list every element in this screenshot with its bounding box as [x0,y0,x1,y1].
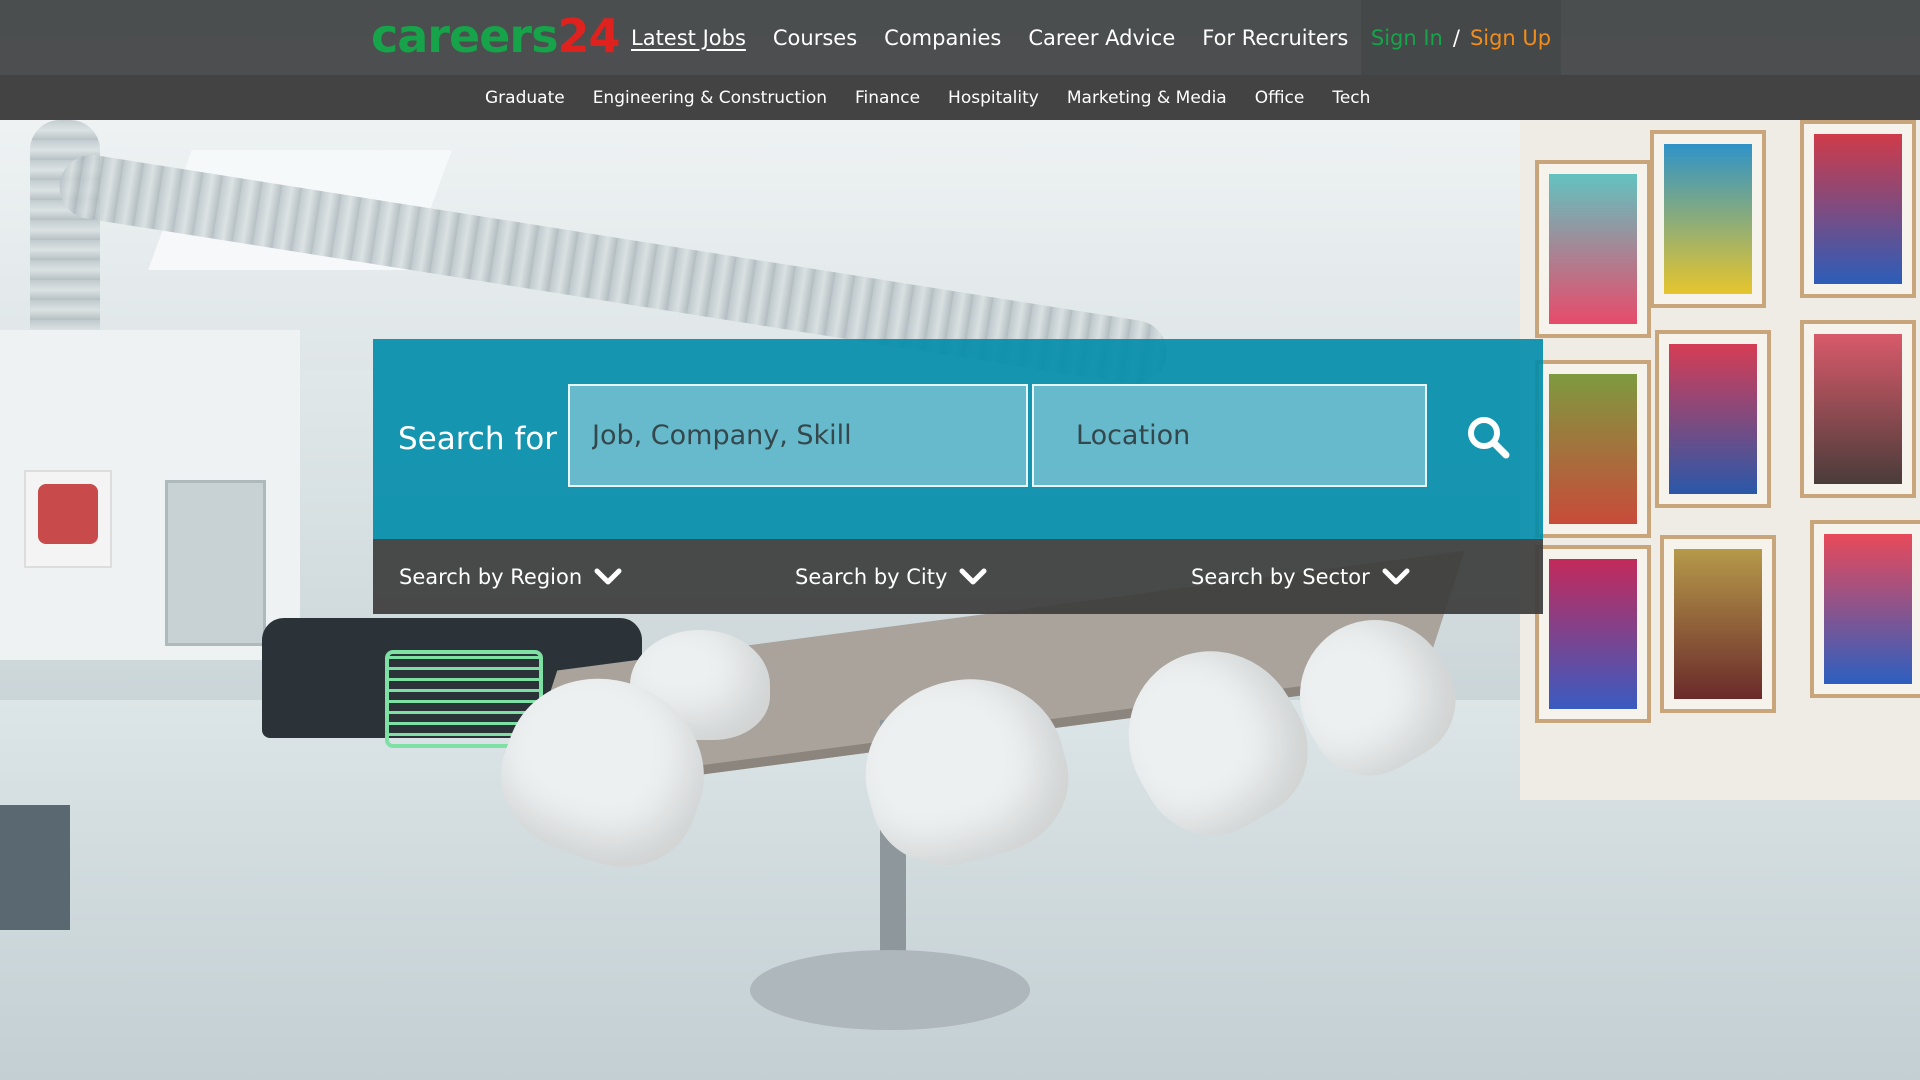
nav-career-advice[interactable]: Career Advice [1028,26,1175,50]
search-button[interactable] [1453,402,1523,472]
logo-text-24: 24 [557,9,620,63]
category-hospitality[interactable]: Hospitality [948,88,1039,108]
nav-for-recruiters[interactable]: For Recruiters [1202,26,1348,50]
job-search-panel: Search for [373,339,1543,539]
location-input[interactable] [1074,419,1405,452]
main-nav: Latest Jobs Courses Companies Career Adv… [631,0,1375,75]
poster-frame [1535,545,1651,723]
poster-frame [1655,330,1771,508]
category-nav: Graduate Engineering & Construction Fina… [485,75,1398,120]
table-base [750,950,1030,1030]
location-field[interactable] [1032,384,1427,487]
search-by-region-label: Search by Region [399,564,583,589]
top-navigation-bar: careers24 Latest Jobs Courses Companies … [0,0,1920,75]
search-icon [1468,417,1510,459]
search-filter-bar: Search by Region Search by City Search b… [373,539,1543,614]
job-search-input[interactable] [590,419,1006,452]
nav-latest-jobs[interactable]: Latest Jobs [631,26,746,50]
category-finance[interactable]: Finance [855,88,920,108]
sign-up-link[interactable]: Sign Up [1470,26,1551,50]
search-by-sector-label: Search by Sector [1191,564,1370,589]
search-for-label: Search for [398,421,557,457]
poster-frame [1535,160,1651,338]
poster-frame [1650,130,1766,308]
chevron-down-icon [959,568,987,586]
rug [0,805,70,930]
chevron-down-icon [594,568,622,586]
category-graduate[interactable]: Graduate [485,88,565,108]
search-by-city-label: Search by City [795,564,948,589]
glass-door [165,480,266,646]
search-by-city-dropdown[interactable]: Search by City [795,539,987,614]
category-bar: Graduate Engineering & Construction Fina… [0,75,1920,120]
logo-text-careers: careers [371,9,558,63]
sign-in-link[interactable]: Sign In [1371,26,1443,50]
chevron-down-icon [1382,568,1410,586]
category-tech[interactable]: Tech [1332,88,1370,108]
category-marketing-media[interactable]: Marketing & Media [1067,88,1227,108]
search-by-region-dropdown[interactable]: Search by Region [399,539,622,614]
poster-frame [1800,320,1916,498]
search-by-sector-dropdown[interactable]: Search by Sector [1191,539,1410,614]
nav-companies[interactable]: Companies [884,26,1001,50]
poster-frame [1535,360,1651,538]
nav-courses[interactable]: Courses [773,26,857,50]
auth-links: Sign In / Sign Up [1361,0,1561,75]
careers24-logo[interactable]: careers24 [371,6,620,66]
category-office[interactable]: Office [1255,88,1305,108]
poster-frame [1660,535,1776,713]
poster-frame [1810,520,1920,698]
category-engineering-construction[interactable]: Engineering & Construction [593,88,827,108]
auth-separator: / [1452,25,1460,50]
small-artwork [24,470,112,568]
poster-frame [1800,120,1916,298]
job-search-field[interactable] [568,384,1028,487]
